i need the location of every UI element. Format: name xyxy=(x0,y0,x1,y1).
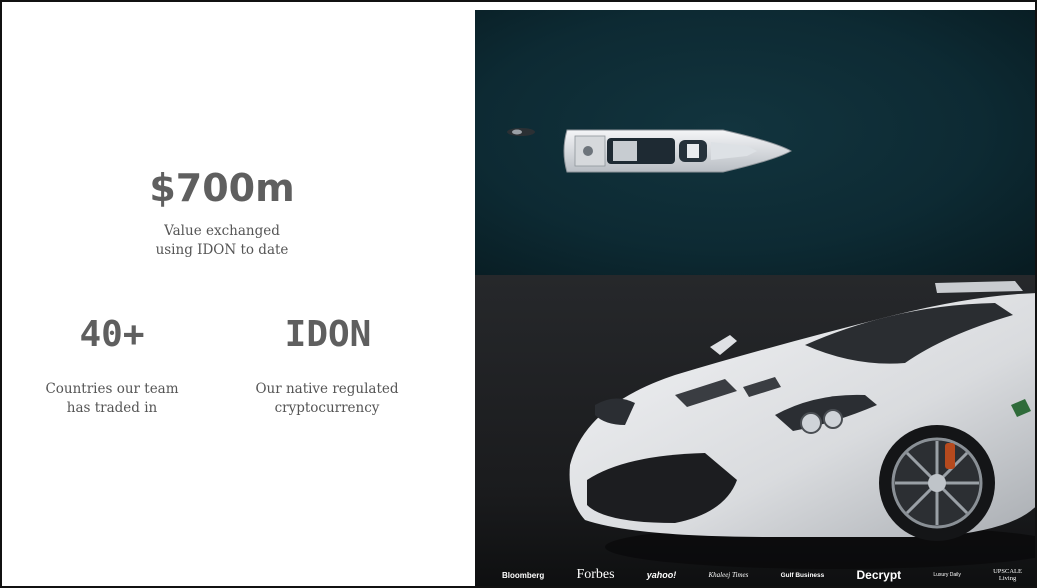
stat-currency-figure: IDON xyxy=(284,314,372,355)
stat-value-exchanged-desc-line1: Value exchanged xyxy=(164,223,280,239)
logo-upscale: UPSCALE xyxy=(993,568,1022,575)
stat-countries-desc-line1: Countries our team xyxy=(45,381,179,397)
stat-value-exchanged-desc: Value exchanged using IDON to date xyxy=(112,222,332,260)
stat-value-exchanged-desc-line2: using IDON to date xyxy=(155,242,289,258)
sports-car-photo xyxy=(475,275,1035,586)
stat-currency-desc-line1: Our native regulated xyxy=(255,381,399,397)
logo-gulf-business: Gulf Business xyxy=(780,571,825,579)
logo-yahoo: yahoo! xyxy=(646,570,677,580)
press-logos: Bloomberg Forbes yahoo! Khaleej Times Gu… xyxy=(502,564,1022,586)
stat-countries-figure: 40+ xyxy=(79,314,145,355)
yacht-illustration xyxy=(475,10,1035,275)
logo-decrypt: Decrypt xyxy=(856,568,902,582)
logo-khaleej-times: Khaleej Times xyxy=(708,571,749,579)
slide: $700m Value exchanged using IDON to date… xyxy=(0,0,1037,588)
logo-living: Living xyxy=(998,575,1017,582)
logo-forbes: Forbes xyxy=(576,567,615,582)
stat-currency-desc: Our native regulated cryptocurrency xyxy=(222,380,432,418)
stat-countries-desc-line2: has traded in xyxy=(66,400,158,416)
stats-panel: $700m Value exchanged using IDON to date… xyxy=(2,2,475,586)
logo-luxury-daily: Luxury Daily xyxy=(933,572,961,578)
jetski xyxy=(507,128,535,136)
stat-value-exchanged-figure: $700m xyxy=(149,166,295,210)
sports-car-illustration xyxy=(475,275,1035,586)
stat-currency-desc-line2: cryptocurrency xyxy=(274,400,380,416)
yacht-photo xyxy=(475,10,1035,275)
stat-countries-desc: Countries our team has traded in xyxy=(12,380,212,418)
logo-upscale-living: UPSCALE Living xyxy=(993,568,1022,582)
logo-bloomberg: Bloomberg xyxy=(502,570,545,580)
